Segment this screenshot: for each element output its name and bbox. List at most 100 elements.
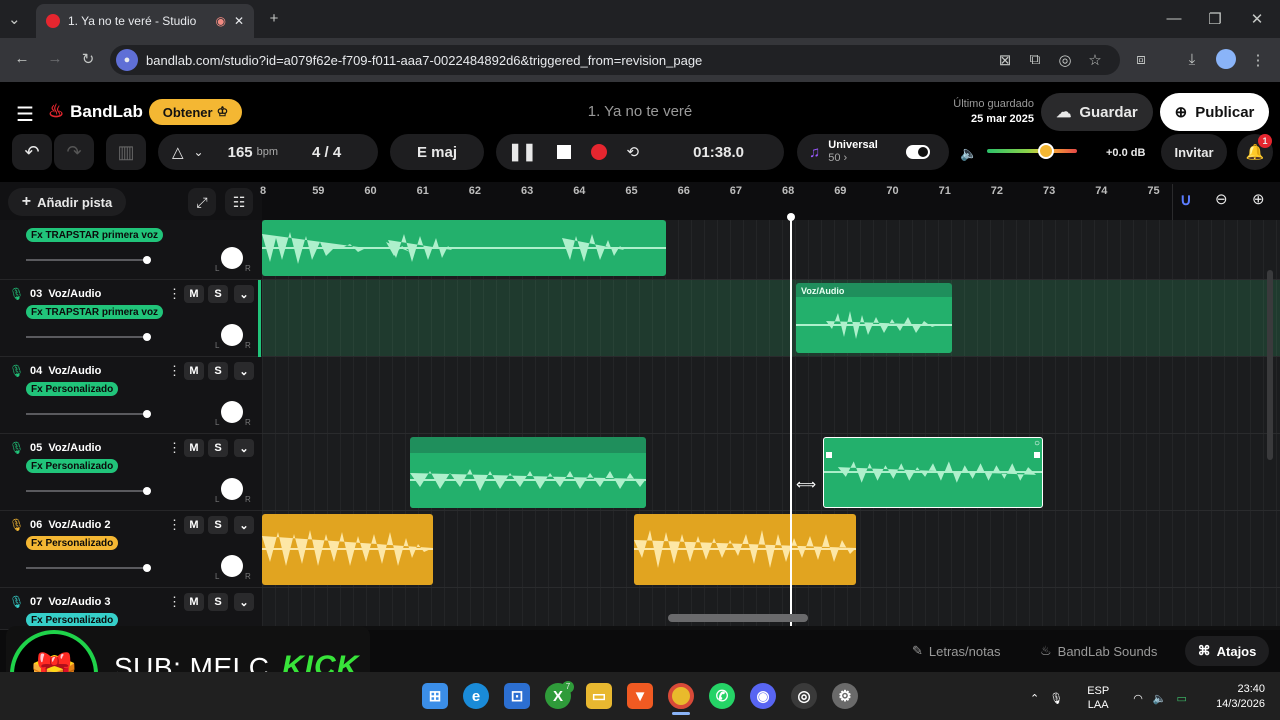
solo-button[interactable]: S: [208, 593, 228, 611]
tray-overflow-icon[interactable]: ⌃: [1030, 692, 1039, 705]
back-icon[interactable]: ←: [12, 50, 32, 67]
expand-track-icon[interactable]: ⌄: [234, 439, 254, 457]
profile-avatar[interactable]: [1216, 49, 1236, 69]
mute-button[interactable]: M: [184, 439, 204, 457]
brave-icon[interactable]: ▼: [627, 683, 653, 709]
track-lanes[interactable]: Voz/Audio ○ ⟺: [262, 220, 1280, 626]
install-app-icon[interactable]: ⧉: [1025, 51, 1045, 68]
track-name[interactable]: 05 Voz/Audio: [30, 442, 101, 454]
track-volume-slider[interactable]: [26, 487, 151, 495]
windows-start-icon[interactable]: ⊞: [422, 683, 448, 709]
redo-button[interactable]: ↷: [54, 134, 94, 170]
playhead[interactable]: [790, 216, 792, 626]
bandlab-sounds-button[interactable]: ♨ BandLab Sounds: [1040, 637, 1157, 665]
bandlab-logo[interactable]: ♨ BandLab: [48, 101, 143, 122]
clip-trim-handle-left[interactable]: [826, 452, 832, 458]
reload-icon[interactable]: ↻: [78, 50, 98, 68]
track-name[interactable]: 07 Voz/Audio 3: [30, 596, 111, 608]
taskbar-clock[interactable]: 23:40 14/3/2026: [1205, 682, 1265, 712]
metronome-dropdown-icon[interactable]: ⌄: [194, 145, 204, 159]
pan-knob[interactable]: [221, 555, 243, 577]
track-menu-icon[interactable]: ⋮: [168, 363, 181, 379]
track-header[interactable]: 🎙 07 Voz/Audio 3 ⋮ M S ⌄ Fx Personalizado: [0, 588, 262, 630]
mute-button[interactable]: M: [184, 285, 204, 303]
mute-button[interactable]: M: [184, 362, 204, 380]
battery-icon[interactable]: ▭: [1177, 692, 1187, 705]
master-volume-knob[interactable]: [1038, 143, 1055, 159]
file-explorer-icon[interactable]: ▭: [586, 683, 612, 709]
expand-track-icon[interactable]: ⌄: [234, 285, 254, 303]
settings-gear-icon[interactable]: ⚙: [832, 683, 858, 709]
track-volume-slider[interactable]: [26, 256, 151, 264]
track-menu-icon[interactable]: ⋮: [168, 286, 181, 302]
browser-tab[interactable]: 1. Ya no te veré - Studio ◉ ✕: [36, 4, 254, 38]
publish-button[interactable]: ⊕ Publicar: [1160, 93, 1269, 131]
expand-track-icon[interactable]: ⌄: [234, 516, 254, 534]
expand-track-icon[interactable]: ⌄: [234, 362, 254, 380]
add-track-button[interactable]: + Añadir pista: [8, 188, 126, 216]
minimize-icon[interactable]: —: [1164, 10, 1184, 27]
mute-button[interactable]: M: [184, 516, 204, 534]
key-selector[interactable]: E maj: [390, 134, 484, 170]
track-name[interactable]: 03 Voz/Audio: [30, 288, 101, 300]
microphone-icon[interactable]: 🎙: [9, 441, 24, 455]
stop-icon[interactable]: [556, 145, 571, 159]
track-settings-button[interactable]: ☷: [225, 188, 253, 216]
solo-button[interactable]: S: [208, 516, 228, 534]
close-tab-icon[interactable]: ✕: [234, 14, 244, 28]
loop-icon[interactable]: ⟲: [627, 143, 640, 161]
volume-slider-knob[interactable]: [143, 564, 151, 572]
track-menu-icon[interactable]: ⋮: [168, 440, 181, 456]
fx-preset-badge[interactable]: Fx Personalizado: [26, 459, 119, 473]
pan-knob[interactable]: [221, 478, 243, 500]
time-signature[interactable]: 4 / 4: [312, 144, 341, 161]
track-volume-slider[interactable]: [26, 410, 151, 418]
mute-button[interactable]: M: [184, 593, 204, 611]
shortcuts-button[interactable]: ⌘ Atajos: [1185, 636, 1269, 666]
edge-icon[interactable]: e: [463, 683, 489, 709]
zoom-in-icon[interactable]: ⊕: [1252, 190, 1265, 208]
fx-preset-badge[interactable]: Fx Personalizado: [26, 536, 119, 550]
menu-kebab-icon[interactable]: ⋮: [1248, 51, 1268, 69]
bookmark-star-icon[interactable]: ☆: [1085, 51, 1105, 69]
pause-icon[interactable]: ❚❚: [508, 142, 537, 162]
microphone-icon[interactable]: 🎙: [9, 595, 24, 609]
undo-button[interactable]: ↶: [12, 134, 52, 170]
fx-preset-badge[interactable]: Fx Personalizado: [26, 382, 119, 396]
tempo-value[interactable]: 165: [228, 144, 253, 161]
clip-trim-handle-right[interactable]: [1034, 452, 1040, 458]
track-menu-icon[interactable]: ⋮: [168, 517, 181, 533]
lyrics-button[interactable]: ✎ Letras/notas: [912, 637, 1000, 665]
close-window-icon[interactable]: ✕: [1247, 10, 1267, 28]
clip-loop-handle-icon[interactable]: ○: [1034, 438, 1040, 449]
track-menu-icon[interactable]: ⋮: [168, 594, 181, 610]
track-name[interactable]: 04 Voz/Audio: [30, 365, 101, 377]
mastering-preset[interactable]: ♫ Universal 50 ›: [797, 134, 949, 170]
hide-eye-icon[interactable]: ◎: [1055, 51, 1075, 69]
selected-audio-clip[interactable]: ○: [823, 437, 1043, 508]
invite-button[interactable]: Invitar: [1161, 134, 1227, 170]
master-volume-icon[interactable]: 🔈: [960, 145, 977, 162]
volume-slider-knob[interactable]: [143, 487, 151, 495]
automation-button[interactable]: ⤢: [188, 188, 216, 216]
save-button[interactable]: ☁ Guardar: [1041, 93, 1153, 131]
master-volume-meter[interactable]: [987, 143, 1077, 159]
extensions-icon[interactable]: ⧈: [1131, 51, 1151, 68]
track-name[interactable]: 06 Voz/Audio 2: [30, 519, 111, 531]
language-indicator[interactable]: ESP LAA: [1087, 684, 1109, 712]
track-volume-slider[interactable]: [26, 333, 151, 341]
volume-slider-knob[interactable]: [143, 256, 151, 264]
hamburger-menu-icon[interactable]: ☰: [16, 102, 34, 127]
no-translate-icon[interactable]: ⊠: [995, 51, 1015, 69]
playhead-handle[interactable]: [787, 213, 795, 221]
audio-clip[interactable]: [262, 220, 666, 276]
track-header[interactable]: Fx TRAPSTAR primera voz L R: [0, 220, 262, 280]
pan-knob[interactable]: [221, 247, 243, 269]
address-bar[interactable]: ● bandlab.com/studio?id=a079f62e-f709-f0…: [110, 45, 1120, 75]
microphone-icon[interactable]: 🎙: [9, 518, 24, 532]
tab-search-icon[interactable]: ⌄: [8, 10, 28, 28]
discord-icon[interactable]: ◉: [750, 683, 776, 709]
lane-track-03[interactable]: [262, 280, 1280, 357]
preset-toggle[interactable]: [905, 145, 930, 159]
pan-knob[interactable]: [221, 401, 243, 423]
